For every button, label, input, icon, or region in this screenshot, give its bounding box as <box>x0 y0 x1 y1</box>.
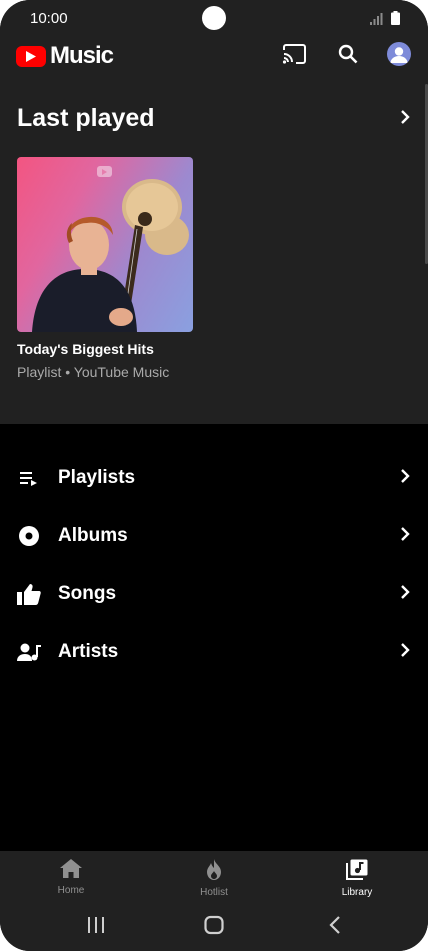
signal-icon <box>370 12 383 30</box>
flame-icon <box>205 859 223 885</box>
playlist-title: Today's Biggest Hits <box>17 341 154 357</box>
chevron-right-icon[interactable] <box>400 109 410 130</box>
cast-icon <box>282 43 307 69</box>
library-icon <box>346 859 368 885</box>
camera-cutout <box>202 6 226 30</box>
account-avatar[interactable] <box>387 42 411 66</box>
last-played-section: Last played Today's Biggest Hits Playlis… <box>0 78 428 424</box>
nav-label: Home <box>57 885 85 896</box>
playlist-card[interactable]: Today's Biggest Hits Playlist • YouTube … <box>17 157 193 380</box>
search-icon <box>338 44 358 69</box>
cast-button[interactable] <box>278 40 310 72</box>
library-item-label: Playlists <box>58 467 136 488</box>
library-item-artists[interactable]: Artists <box>0 623 428 681</box>
library-list: Playlists Albums Songs Artists <box>0 449 428 681</box>
library-item-label: Artists <box>58 641 119 662</box>
app-bar: Music <box>0 38 428 78</box>
library-item-playlists[interactable]: Playlists <box>0 449 428 507</box>
nav-tab-library[interactable]: Library <box>312 859 402 898</box>
playlist-artwork <box>17 157 193 332</box>
nav-tab-home[interactable]: Home <box>26 859 116 896</box>
artist-icon <box>17 640 41 664</box>
nav-label: Hotlist <box>200 887 228 898</box>
bottom-navigation: Home Hotlist Library <box>0 851 428 901</box>
recent-apps-button[interactable] <box>87 915 105 940</box>
playlist-icon <box>17 466 41 490</box>
section-title: Last played <box>17 104 155 132</box>
status-icons <box>370 11 400 30</box>
album-icon <box>17 524 41 548</box>
search-button[interactable] <box>332 40 364 72</box>
library-item-songs[interactable]: Songs <box>0 565 428 623</box>
chevron-right-icon <box>400 584 410 605</box>
home-icon <box>60 859 82 883</box>
artwork-image <box>32 166 189 332</box>
status-bar: 10:00 <box>0 0 428 38</box>
battery-icon <box>391 11 400 30</box>
logo-play-icon <box>16 45 46 67</box>
home-button[interactable] <box>204 915 224 940</box>
library-item-albums[interactable]: Albums <box>0 507 428 565</box>
library-item-label: Songs <box>58 583 117 604</box>
chevron-right-icon <box>400 526 410 547</box>
logo-text: Music <box>50 42 114 69</box>
thumbs-up-icon <box>17 582 41 606</box>
status-time: 10:00 <box>30 10 68 27</box>
youtube-music-logo[interactable]: Music <box>16 42 114 70</box>
playlist-subtitle: Playlist • YouTube Music <box>17 364 170 380</box>
person-icon <box>390 47 408 63</box>
back-button[interactable] <box>328 915 342 940</box>
system-navigation-bar <box>0 901 428 951</box>
chevron-right-icon <box>400 642 410 663</box>
nav-tab-hotlist[interactable]: Hotlist <box>169 859 259 898</box>
chevron-right-icon <box>400 468 410 489</box>
nav-label: Library <box>341 887 373 898</box>
phone-screen: 10:00 Music Last played Today's Biggest … <box>0 0 428 951</box>
library-item-label: Albums <box>58 525 128 546</box>
